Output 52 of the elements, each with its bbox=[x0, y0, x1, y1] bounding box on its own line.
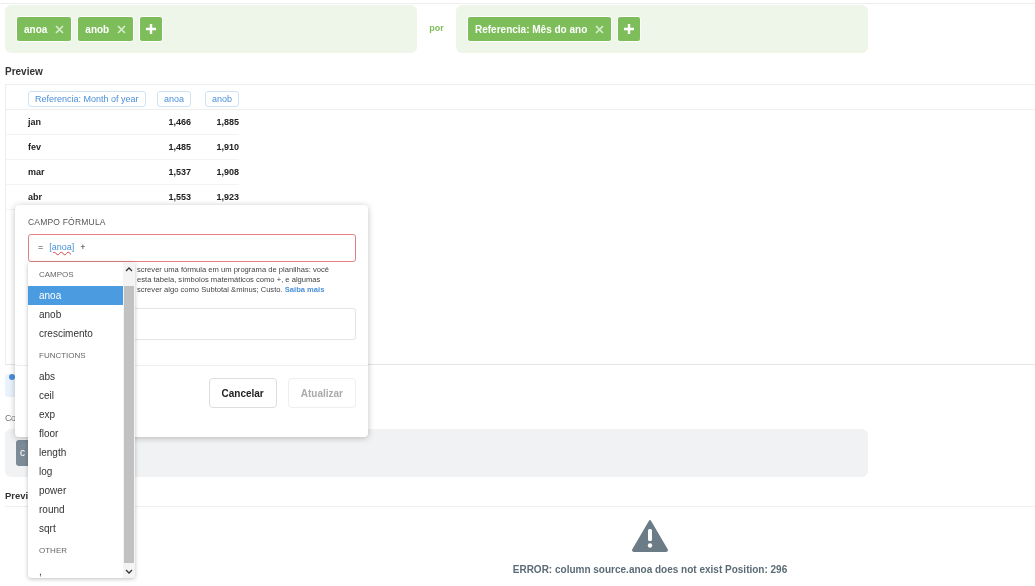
section-title: Preview bbox=[4, 65, 44, 79]
menu-item[interactable]: , bbox=[28, 562, 123, 578]
cancel-button[interactable]: Cancelar bbox=[208, 378, 277, 409]
info-chip bbox=[5, 374, 15, 397]
formula-token: [anoa] bbox=[49, 241, 75, 254]
menu-item[interactable]: crescimento bbox=[28, 324, 123, 343]
close-icon[interactable] bbox=[55, 24, 65, 34]
warning-icon bbox=[632, 519, 668, 552]
plus-icon bbox=[623, 23, 636, 35]
scrollbar[interactable] bbox=[123, 262, 135, 578]
table-cell: 1,485 bbox=[168, 142, 191, 152]
formula-field[interactable]: = [anoa] + bbox=[28, 233, 356, 262]
group-heading: FUNCTIONS bbox=[38, 350, 87, 362]
close-icon[interactable] bbox=[595, 24, 605, 34]
column-header[interactable]: Referencia: Month of year bbox=[28, 91, 146, 107]
table-cell: 1,885 bbox=[216, 117, 239, 127]
section-title: Previ bbox=[4, 488, 29, 503]
menu-item[interactable]: round bbox=[28, 500, 123, 519]
menu-item[interactable]: sqrt bbox=[28, 519, 123, 538]
error-message: ERROR: column source.anoa does not exist Position: 296 bbox=[512, 562, 788, 577]
table-cell: mar bbox=[28, 167, 45, 177]
menu-item[interactable]: exp bbox=[28, 405, 123, 424]
menu-item[interactable]: floor bbox=[28, 424, 123, 443]
group-heading: OTHER bbox=[38, 545, 68, 557]
connector-label: por bbox=[428, 22, 445, 36]
column-header[interactable]: anob bbox=[204, 91, 239, 107]
menu-item[interactable]: power bbox=[28, 481, 123, 500]
table-cell: abr bbox=[28, 192, 42, 202]
table-cell: fev bbox=[28, 142, 41, 152]
column-header[interactable]: anoa bbox=[156, 91, 191, 107]
menu-item[interactable]: anob bbox=[28, 305, 123, 324]
formula-token: = bbox=[38, 241, 44, 254]
add-button[interactable] bbox=[139, 16, 164, 42]
add-button[interactable] bbox=[617, 16, 642, 42]
table-cell: 1,908 bbox=[216, 167, 239, 177]
menu-item[interactable]: length bbox=[28, 443, 123, 462]
table-cell: 1,910 bbox=[216, 142, 239, 152]
table-cell: 1,923 bbox=[216, 192, 239, 202]
table-cell: 1,466 bbox=[168, 117, 191, 127]
formula-token: + bbox=[80, 241, 86, 254]
table-cell: jan bbox=[28, 117, 41, 127]
scroll-thumb[interactable] bbox=[124, 286, 134, 563]
close-icon[interactable] bbox=[117, 24, 127, 34]
table-cell: 1,537 bbox=[168, 167, 191, 177]
table-cell: 1,553 bbox=[168, 192, 191, 202]
menu-item[interactable]: abs bbox=[28, 367, 123, 386]
menu-item[interactable]: log bbox=[28, 462, 123, 481]
group-heading: CAMPOS bbox=[38, 269, 75, 281]
plus-icon bbox=[145, 23, 158, 35]
field-label: CAMPO FÓRMULA bbox=[27, 216, 107, 229]
menu-item[interactable]: ceil bbox=[28, 386, 123, 405]
field-button[interactable]: c bbox=[16, 439, 28, 466]
